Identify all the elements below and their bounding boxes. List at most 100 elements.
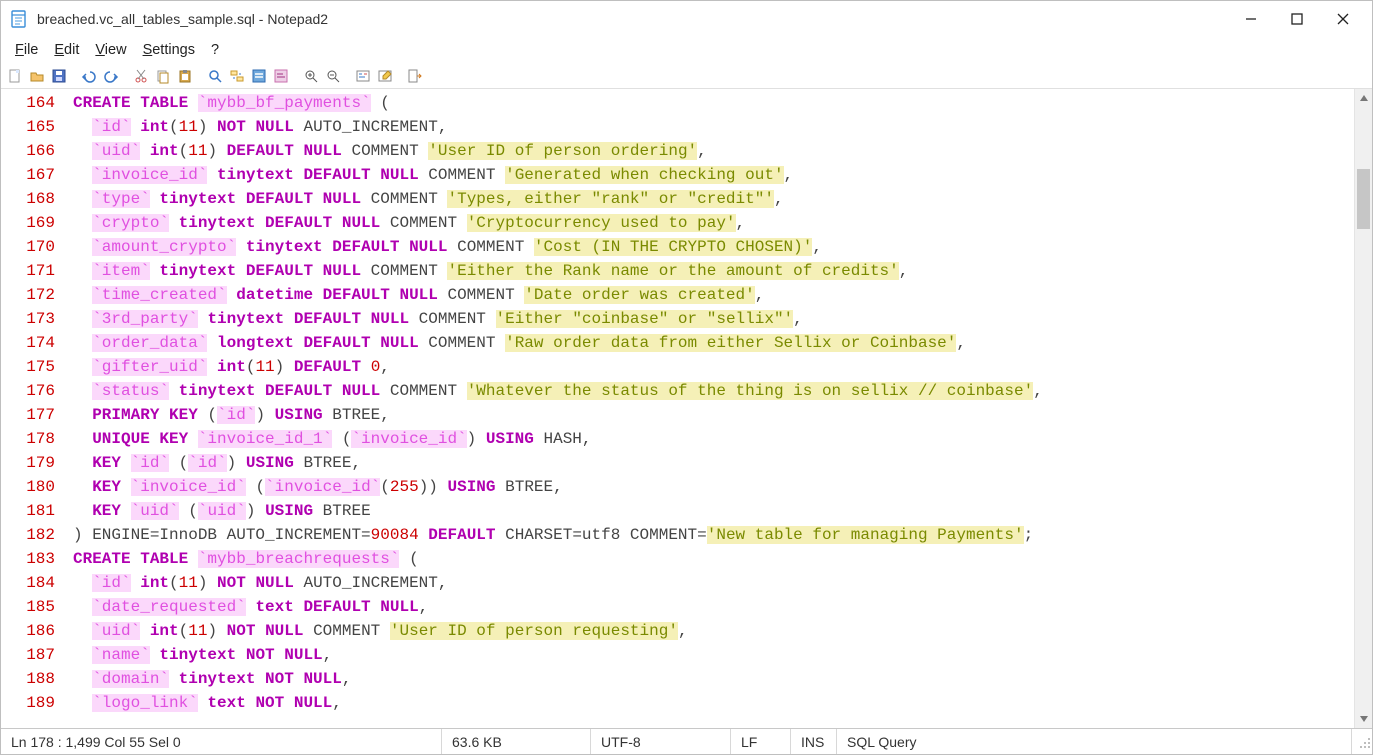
line-number: 165 [1,115,55,139]
selection-icon[interactable] [271,66,291,86]
code-line[interactable]: `invoice_id` tinytext DEFAULT NULL COMME… [73,163,1372,187]
code-line[interactable]: `gifter_uid` int(11) DEFAULT 0, [73,355,1372,379]
close-button[interactable] [1320,4,1366,34]
maximize-button[interactable] [1274,4,1320,34]
toolbar [1,63,1372,89]
cut-icon[interactable] [131,66,151,86]
word-wrap-icon[interactable] [249,66,269,86]
code-line[interactable]: CREATE TABLE `mybb_breachrequests` ( [73,547,1372,571]
status-lexer[interactable]: SQL Query [837,729,927,754]
code-line[interactable]: `item` tinytext DEFAULT NULL COMMENT 'Ei… [73,259,1372,283]
line-number: 185 [1,595,55,619]
undo-icon[interactable] [79,66,99,86]
replace-icon[interactable] [227,66,247,86]
code-line[interactable]: `id` int(11) NOT NULL AUTO_INCREMENT, [73,571,1372,595]
resize-grip-icon[interactable] [1352,734,1372,750]
app-window: breached.vc_all_tables_sample.sql - Note… [0,0,1373,755]
line-number: 181 [1,499,55,523]
menu-help[interactable]: ? [203,40,227,60]
code-line[interactable]: `status` tinytext DEFAULT NULL COMMENT '… [73,379,1372,403]
code-line[interactable]: UNIQUE KEY `invoice_id_1` (`invoice_id`)… [73,427,1372,451]
line-number: 169 [1,211,55,235]
minimize-button[interactable] [1228,4,1274,34]
code-line[interactable]: `amount_crypto` tinytext DEFAULT NULL CO… [73,235,1372,259]
redo-icon[interactable] [101,66,121,86]
line-number: 173 [1,307,55,331]
code-line[interactable]: `3rd_party` tinytext DEFAULT NULL COMMEN… [73,307,1372,331]
code-line[interactable]: `uid` int(11) DEFAULT NULL COMMENT 'User… [73,139,1372,163]
code-line[interactable]: `crypto` tinytext DEFAULT NULL COMMENT '… [73,211,1372,235]
code-line[interactable]: KEY `id` (`id`) USING BTREE, [73,451,1372,475]
line-number: 184 [1,571,55,595]
code-line[interactable]: `logo_link` text NOT NULL, [73,691,1372,715]
status-ovr[interactable]: INS [791,729,837,754]
status-position: Ln 178 : 1,499 Col 55 Sel 0 [1,729,441,754]
line-number: 164 [1,91,55,115]
scroll-down-icon[interactable] [1355,710,1372,728]
code-line[interactable]: `time_created` datetime DEFAULT NULL COM… [73,283,1372,307]
save-icon[interactable] [49,66,69,86]
line-number: 186 [1,619,55,643]
code-line[interactable]: `date_requested` text DEFAULT NULL, [73,595,1372,619]
line-number-gutter: 1641651661671681691701711721731741751761… [1,89,59,728]
line-number: 182 [1,523,55,547]
menu-view-label: iew [105,42,127,58]
window-controls [1228,4,1366,34]
paste-icon[interactable] [175,66,195,86]
code-line[interactable]: `uid` int(11) NOT NULL COMMENT 'User ID … [73,619,1372,643]
line-number: 174 [1,331,55,355]
line-number: 183 [1,547,55,571]
scroll-up-icon[interactable] [1355,89,1372,107]
line-number: 188 [1,667,55,691]
status-encoding[interactable]: UTF-8 [591,729,731,754]
status-filesize: 63.6 KB [441,729,591,754]
line-number: 171 [1,259,55,283]
editor[interactable]: 1641651661671681691701711721731741751761… [1,89,1372,728]
code-line[interactable]: ) ENGINE=InnoDB AUTO_INCREMENT=90084 DEF… [73,523,1372,547]
zoom-in-icon[interactable] [301,66,321,86]
vertical-scrollbar[interactable] [1354,89,1372,728]
code-area[interactable]: CREATE TABLE `mybb_bf_payments` ( `id` i… [73,89,1372,728]
menu-settings[interactable]: Settings [135,40,203,60]
code-line[interactable]: `type` tinytext DEFAULT NULL COMMENT 'Ty… [73,187,1372,211]
menu-file-label: ile [24,42,39,58]
code-line[interactable]: KEY `uid` (`uid`) USING BTREE [73,499,1372,523]
fold-margin [59,89,73,728]
menu-view[interactable]: View [87,40,134,60]
code-line[interactable]: PRIMARY KEY (`id`) USING BTREE, [73,403,1372,427]
status-eol[interactable]: LF [731,729,791,754]
code-line[interactable]: `id` int(11) NOT NULL AUTO_INCREMENT, [73,115,1372,139]
copy-icon[interactable] [153,66,173,86]
menu-settings-label: ettings [152,42,195,58]
menu-file[interactable]: File [7,40,46,60]
code-line[interactable]: `domain` tinytext NOT NULL, [73,667,1372,691]
scroll-thumb[interactable] [1357,169,1370,229]
line-number: 189 [1,691,55,715]
titlebar: breached.vc_all_tables_sample.sql - Note… [1,1,1372,37]
statusbar: Ln 178 : 1,499 Col 55 Sel 0 63.6 KB UTF-… [1,728,1372,754]
code-line[interactable]: KEY `invoice_id` (`invoice_id`(255)) USI… [73,475,1372,499]
line-number: 168 [1,187,55,211]
window-title: breached.vc_all_tables_sample.sql - Note… [37,11,328,27]
code-line[interactable]: `order_data` longtext DEFAULT NULL COMME… [73,331,1372,355]
line-number: 170 [1,235,55,259]
line-number: 166 [1,139,55,163]
line-number: 179 [1,451,55,475]
line-number: 176 [1,379,55,403]
menubar: File Edit View Settings ? [1,37,1372,63]
line-number: 187 [1,643,55,667]
code-line[interactable]: CREATE TABLE `mybb_bf_payments` ( [73,91,1372,115]
line-number: 172 [1,283,55,307]
zoom-out-icon[interactable] [323,66,343,86]
open-file-icon[interactable] [27,66,47,86]
line-number: 177 [1,403,55,427]
app-icon [9,9,29,29]
exit-icon[interactable] [405,66,425,86]
find-icon[interactable] [205,66,225,86]
code-line[interactable]: `name` tinytext NOT NULL, [73,643,1372,667]
line-number: 175 [1,355,55,379]
customize-icon[interactable] [375,66,395,86]
new-file-icon[interactable] [5,66,25,86]
menu-edit[interactable]: Edit [46,40,87,60]
scheme-icon[interactable] [353,66,373,86]
